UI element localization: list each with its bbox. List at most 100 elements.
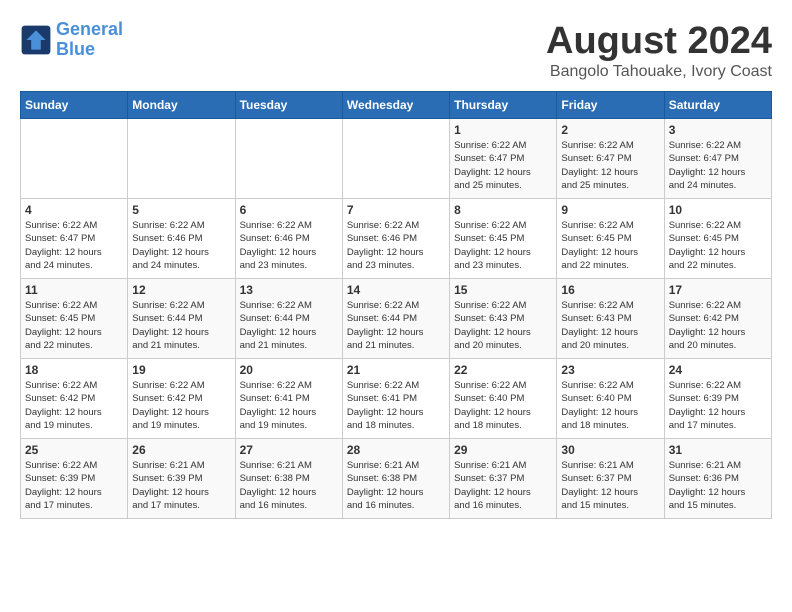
- calendar-cell: 30Sunrise: 6:21 AM Sunset: 6:37 PM Dayli…: [557, 439, 664, 519]
- day-number: 18: [25, 363, 123, 377]
- calendar-cell: 25Sunrise: 6:22 AM Sunset: 6:39 PM Dayli…: [21, 439, 128, 519]
- day-info: Sunrise: 6:22 AM Sunset: 6:45 PM Dayligh…: [454, 219, 552, 272]
- day-info: Sunrise: 6:22 AM Sunset: 6:47 PM Dayligh…: [454, 139, 552, 192]
- day-number: 22: [454, 363, 552, 377]
- calendar-cell: [128, 119, 235, 199]
- day-number: 13: [240, 283, 338, 297]
- day-info: Sunrise: 6:22 AM Sunset: 6:44 PM Dayligh…: [347, 299, 445, 352]
- day-info: Sunrise: 6:22 AM Sunset: 6:46 PM Dayligh…: [132, 219, 230, 272]
- day-info: Sunrise: 6:22 AM Sunset: 6:44 PM Dayligh…: [240, 299, 338, 352]
- calendar-week-4: 18 Sunrise: 6:22 AM Sunset: 6:42 PM Dayli…: [21, 359, 772, 439]
- weekday-header-saturday: Saturday: [664, 92, 771, 119]
- weekday-header-tuesday: Tuesday: [235, 92, 342, 119]
- calendar-cell: 10 Sunrise: 6:22 AM Sunset: 6:45 PM Dayli…: [664, 199, 771, 279]
- day-number: 16: [561, 283, 659, 297]
- day-number: 26: [132, 443, 230, 457]
- calendar-cell: 7Sunrise: 6:22 AM Sunset: 6:46 PM Daylig…: [342, 199, 449, 279]
- day-number: 3: [669, 123, 767, 137]
- calendar-cell: 1 Sunrise: 6:22 AM Sunset: 6:47 PM Daylig…: [450, 119, 557, 199]
- day-number: 11: [25, 283, 123, 297]
- day-info: Sunrise: 6:22 AM Sunset: 6:39 PM Dayligh…: [25, 459, 123, 512]
- calendar-cell: 11 Sunrise: 6:22 AM Sunset: 6:45 PM Dayli…: [21, 279, 128, 359]
- calendar-week-2: 4 Sunrise: 6:22 AM Sunset: 6:47 PM Daylig…: [21, 199, 772, 279]
- day-info: Sunrise: 6:22 AM Sunset: 6:47 PM Dayligh…: [561, 139, 659, 192]
- calendar-cell: [235, 119, 342, 199]
- day-number: 28: [347, 443, 445, 457]
- weekday-header-thursday: Thursday: [450, 92, 557, 119]
- day-number: 19: [132, 363, 230, 377]
- calendar-cell: 27 Sunrise: 6:21 AM Sunset: 6:38 PM Dayli…: [235, 439, 342, 519]
- day-info: Sunrise: 6:21 AM Sunset: 6:38 PM Dayligh…: [240, 459, 338, 512]
- calendar-cell: [342, 119, 449, 199]
- day-info: Sunrise: 6:21 AM Sunset: 6:39 PM Dayligh…: [132, 459, 230, 512]
- day-info: Sunrise: 6:22 AM Sunset: 6:41 PM Dayligh…: [347, 379, 445, 432]
- day-number: 21: [347, 363, 445, 377]
- title-block: August 2024 Bangolo Tahouake, Ivory Coas…: [546, 20, 772, 81]
- calendar-cell: 24Sunrise: 6:22 AM Sunset: 6:39 PM Dayli…: [664, 359, 771, 439]
- calendar-cell: 15 Sunrise: 6:22 AM Sunset: 6:43 PM Dayli…: [450, 279, 557, 359]
- day-info: Sunrise: 6:22 AM Sunset: 6:47 PM Dayligh…: [669, 139, 767, 192]
- calendar-cell: 9 Sunrise: 6:22 AM Sunset: 6:45 PM Daylig…: [557, 199, 664, 279]
- day-number: 10: [669, 203, 767, 217]
- day-number: 9: [561, 203, 659, 217]
- location-subtitle: Bangolo Tahouake, Ivory Coast: [546, 63, 772, 81]
- day-number: 14: [347, 283, 445, 297]
- calendar-cell: 12Sunrise: 6:22 AM Sunset: 6:44 PM Dayli…: [128, 279, 235, 359]
- calendar-cell: 17Sunrise: 6:22 AM Sunset: 6:42 PM Dayli…: [664, 279, 771, 359]
- day-info: Sunrise: 6:22 AM Sunset: 6:45 PM Dayligh…: [25, 299, 123, 352]
- day-number: 29: [454, 443, 552, 457]
- day-info: Sunrise: 6:22 AM Sunset: 6:47 PM Dayligh…: [25, 219, 123, 272]
- calendar-cell: 14 Sunrise: 6:22 AM Sunset: 6:44 PM Dayli…: [342, 279, 449, 359]
- day-number: 23: [561, 363, 659, 377]
- day-info: Sunrise: 6:22 AM Sunset: 6:44 PM Dayligh…: [132, 299, 230, 352]
- day-info: Sunrise: 6:22 AM Sunset: 6:42 PM Dayligh…: [25, 379, 123, 432]
- day-info: Sunrise: 6:22 AM Sunset: 6:45 PM Dayligh…: [669, 219, 767, 272]
- calendar-week-1: 1 Sunrise: 6:22 AM Sunset: 6:47 PM Daylig…: [21, 119, 772, 199]
- day-number: 4: [25, 203, 123, 217]
- day-info: Sunrise: 6:21 AM Sunset: 6:38 PM Dayligh…: [347, 459, 445, 512]
- day-number: 20: [240, 363, 338, 377]
- calendar-cell: 4 Sunrise: 6:22 AM Sunset: 6:47 PM Daylig…: [21, 199, 128, 279]
- calendar-cell: [21, 119, 128, 199]
- day-info: Sunrise: 6:22 AM Sunset: 6:40 PM Dayligh…: [561, 379, 659, 432]
- weekday-header-friday: Friday: [557, 92, 664, 119]
- calendar-cell: 13 Sunrise: 6:22 AM Sunset: 6:44 PM Dayli…: [235, 279, 342, 359]
- logo: General Blue: [20, 20, 123, 60]
- weekday-header-row: SundayMondayTuesdayWednesdayThursdayFrid…: [21, 92, 772, 119]
- day-number: 8: [454, 203, 552, 217]
- day-info: Sunrise: 6:22 AM Sunset: 6:42 PM Dayligh…: [132, 379, 230, 432]
- calendar-cell: 19 Sunrise: 6:22 AM Sunset: 6:42 PM Dayli…: [128, 359, 235, 439]
- weekday-header-sunday: Sunday: [21, 92, 128, 119]
- calendar-cell: 21 Sunrise: 6:22 AM Sunset: 6:41 PM Dayli…: [342, 359, 449, 439]
- calendar-table: SundayMondayTuesdayWednesdayThursdayFrid…: [20, 91, 772, 519]
- calendar-cell: 8 Sunrise: 6:22 AM Sunset: 6:45 PM Daylig…: [450, 199, 557, 279]
- day-info: Sunrise: 6:22 AM Sunset: 6:46 PM Dayligh…: [240, 219, 338, 272]
- page-header: General Blue August 2024 Bangolo Tahouak…: [20, 20, 772, 81]
- day-number: 27: [240, 443, 338, 457]
- logo-icon: [20, 24, 52, 56]
- calendar-cell: 31 Sunrise: 6:21 AM Sunset: 6:36 PM Dayli…: [664, 439, 771, 519]
- calendar-cell: 6Sunrise: 6:22 AM Sunset: 6:46 PM Daylig…: [235, 199, 342, 279]
- calendar-cell: 22 Sunrise: 6:22 AM Sunset: 6:40 PM Dayli…: [450, 359, 557, 439]
- day-number: 24: [669, 363, 767, 377]
- calendar-cell: 2Sunrise: 6:22 AM Sunset: 6:47 PM Daylig…: [557, 119, 664, 199]
- calendar-cell: 20 Sunrise: 6:22 AM Sunset: 6:41 PM Dayli…: [235, 359, 342, 439]
- day-info: Sunrise: 6:21 AM Sunset: 6:36 PM Dayligh…: [669, 459, 767, 512]
- day-info: Sunrise: 6:22 AM Sunset: 6:43 PM Dayligh…: [561, 299, 659, 352]
- calendar-cell: 5Sunrise: 6:22 AM Sunset: 6:46 PM Daylig…: [128, 199, 235, 279]
- calendar-week-3: 11 Sunrise: 6:22 AM Sunset: 6:45 PM Dayli…: [21, 279, 772, 359]
- day-info: Sunrise: 6:22 AM Sunset: 6:45 PM Dayligh…: [561, 219, 659, 272]
- day-info: Sunrise: 6:22 AM Sunset: 6:43 PM Dayligh…: [454, 299, 552, 352]
- day-info: Sunrise: 6:22 AM Sunset: 6:41 PM Dayligh…: [240, 379, 338, 432]
- day-number: 1: [454, 123, 552, 137]
- day-number: 7: [347, 203, 445, 217]
- day-number: 17: [669, 283, 767, 297]
- logo-text: General Blue: [56, 20, 123, 60]
- day-info: Sunrise: 6:22 AM Sunset: 6:40 PM Dayligh…: [454, 379, 552, 432]
- day-info: Sunrise: 6:21 AM Sunset: 6:37 PM Dayligh…: [454, 459, 552, 512]
- calendar-cell: 18 Sunrise: 6:22 AM Sunset: 6:42 PM Dayli…: [21, 359, 128, 439]
- day-number: 15: [454, 283, 552, 297]
- calendar-cell: 3 Sunrise: 6:22 AM Sunset: 6:47 PM Daylig…: [664, 119, 771, 199]
- day-number: 31: [669, 443, 767, 457]
- calendar-cell: 16 Sunrise: 6:22 AM Sunset: 6:43 PM Dayli…: [557, 279, 664, 359]
